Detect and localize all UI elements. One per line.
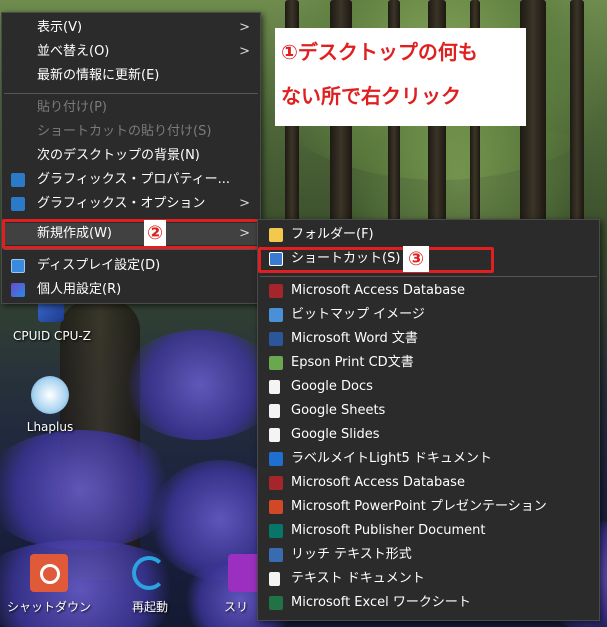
submenu-item-rich-text[interactable]: リッチ テキスト形式	[258, 544, 599, 566]
menu-item-label: Microsoft Access Database	[291, 283, 465, 298]
submenu-item-epson[interactable]: Epson Print CD文書	[258, 352, 599, 374]
submenu-item-access-2[interactable]: Microsoft Access Database	[258, 472, 599, 494]
publisher-icon	[269, 524, 283, 538]
desktop-icon-label: CPUID CPU-Z	[13, 329, 91, 343]
menu-item-next-background[interactable]: 次のデスクトップの背景(N)	[2, 145, 260, 167]
menu-item-graphics-options[interactable]: グラフィックス・オプション >	[2, 193, 260, 215]
text-icon	[269, 572, 280, 586]
chevron-right-icon: >	[239, 20, 250, 35]
new-submenu: フォルダー(F) ショートカット(S) Microsoft Access Dat…	[257, 219, 600, 621]
menu-item-label: 個人用設定(R)	[37, 282, 122, 297]
highlight-new	[2, 219, 270, 249]
menu-item-label: Google Slides	[291, 427, 380, 442]
menu-item-label: Microsoft Publisher Document	[291, 523, 486, 538]
submenu-item-bitmap[interactable]: ビットマップ イメージ	[258, 304, 599, 326]
word-icon	[269, 332, 283, 346]
submenu-item-folder[interactable]: フォルダー(F)	[258, 224, 599, 246]
menu-item-personalize[interactable]: 個人用設定(R)	[2, 279, 260, 301]
menu-separator	[260, 276, 597, 277]
submenu-item-labelmate[interactable]: ラベルメイトLight5 ドキュメント	[258, 448, 599, 470]
intel-graphics-icon	[11, 173, 25, 187]
menu-item-label: 並べ替え(O)	[37, 44, 110, 59]
desktop-icon-label: Lhaplus	[26, 420, 74, 434]
desktop-icon-restart[interactable]: 再起動	[110, 552, 190, 616]
menu-item-label: グラフィックス・オプション	[37, 196, 206, 211]
access-icon	[269, 476, 283, 490]
menu-item-view[interactable]: 表示(V) >	[2, 17, 260, 39]
menu-item-refresh[interactable]: 最新の情報に更新(E)	[2, 65, 260, 87]
submenu-item-publisher[interactable]: Microsoft Publisher Document	[258, 520, 599, 542]
context-menu: 表示(V) > 並べ替え(O) > 最新の情報に更新(E) 貼り付け(P) ショ…	[1, 12, 261, 304]
labelmate-icon	[269, 452, 283, 466]
marker-2: ②	[144, 220, 166, 246]
submenu-item-access[interactable]: Microsoft Access Database	[258, 280, 599, 302]
desktop-icon-label: スリ	[224, 600, 249, 614]
menu-item-label: Google Docs	[291, 379, 373, 394]
personalize-icon	[11, 283, 25, 297]
chevron-right-icon: >	[239, 196, 250, 211]
submenu-item-excel[interactable]: Microsoft Excel ワークシート	[258, 592, 599, 614]
menu-item-label: Google Sheets	[291, 403, 386, 418]
menu-item-label: グラフィックス・プロパティー...	[37, 172, 230, 187]
menu-item-label: ラベルメイトLight5 ドキュメント	[291, 451, 492, 466]
menu-item-label: 最新の情報に更新(E)	[37, 68, 160, 83]
desktop-icon-shutdown[interactable]: シャットダウン	[6, 552, 92, 616]
menu-item-label: Microsoft Access Database	[291, 475, 465, 490]
marker-3: ③	[403, 246, 429, 272]
menu-item-graphics-properties[interactable]: グラフィックス・プロパティー...	[2, 169, 260, 191]
menu-item-display-settings[interactable]: ディスプレイ設定(D)	[2, 255, 260, 277]
menu-item-label: Microsoft PowerPoint プレゼンテーション	[291, 499, 547, 514]
document-icon	[269, 380, 280, 394]
access-icon	[269, 284, 283, 298]
menu-item-paste-shortcut: ショートカットの貼り付け(S)	[2, 121, 260, 143]
menu-item-label: ディスプレイ設定(D)	[37, 258, 161, 273]
menu-item-label: リッチ テキスト形式	[291, 547, 412, 562]
lhaplus-icon	[31, 376, 69, 414]
menu-item-label: ショートカットの貼り付け(S)	[37, 124, 212, 139]
document-icon	[269, 428, 280, 442]
submenu-item-text[interactable]: テキスト ドキュメント	[258, 568, 599, 590]
wordpad-icon	[269, 548, 283, 562]
document-icon	[269, 404, 280, 418]
restart-icon	[132, 556, 166, 590]
submenu-item-google-sheets[interactable]: Google Sheets	[258, 400, 599, 422]
submenu-item-google-docs[interactable]: Google Docs	[258, 376, 599, 398]
menu-item-label: Microsoft Excel ワークシート	[291, 595, 471, 610]
menu-item-sort[interactable]: 並べ替え(O) >	[2, 41, 260, 63]
desktop-icon-sleep[interactable]: スリ	[224, 552, 260, 616]
menu-item-label: ビットマップ イメージ	[291, 307, 425, 322]
menu-item-label: フォルダー(F)	[291, 227, 374, 242]
menu-item-label: 次のデスクトップの背景(N)	[37, 148, 200, 163]
submenu-item-google-slides[interactable]: Google Slides	[258, 424, 599, 446]
submenu-item-powerpoint[interactable]: Microsoft PowerPoint プレゼンテーション	[258, 496, 599, 518]
menu-item-label: 貼り付け(P)	[37, 100, 107, 115]
intel-graphics-icon	[11, 197, 25, 211]
epson-icon	[269, 356, 283, 370]
powerpoint-icon	[269, 500, 283, 514]
menu-item-label: 表示(V)	[37, 20, 83, 35]
menu-item-paste: 貼り付け(P)	[2, 97, 260, 119]
desktop-icon-label: シャットダウン	[6, 600, 91, 614]
menu-item-label: テキスト ドキュメント	[291, 571, 425, 586]
excel-icon	[269, 596, 283, 610]
menu-item-label: Microsoft Word 文書	[291, 331, 418, 346]
shutdown-icon	[30, 554, 68, 592]
annotation-box: ①デスクトップの何も ない所で右クリック	[275, 28, 526, 126]
display-icon	[11, 259, 25, 273]
submenu-item-word[interactable]: Microsoft Word 文書	[258, 328, 599, 350]
menu-item-label: Epson Print CD文書	[291, 355, 414, 370]
sleep-icon	[228, 554, 260, 592]
annotation-line2: ない所で右クリック	[281, 84, 461, 108]
folder-icon	[269, 228, 283, 242]
chevron-right-icon: >	[239, 44, 250, 59]
menu-separator	[4, 93, 258, 94]
highlight-shortcut	[258, 247, 494, 273]
desktop-icon-label: 再起動	[131, 600, 168, 614]
annotation-line1: ①デスクトップの何も	[281, 40, 478, 64]
desktop-icon-lhaplus[interactable]: Lhaplus	[10, 372, 90, 436]
menu-separator	[4, 249, 258, 250]
bitmap-icon	[269, 308, 283, 322]
